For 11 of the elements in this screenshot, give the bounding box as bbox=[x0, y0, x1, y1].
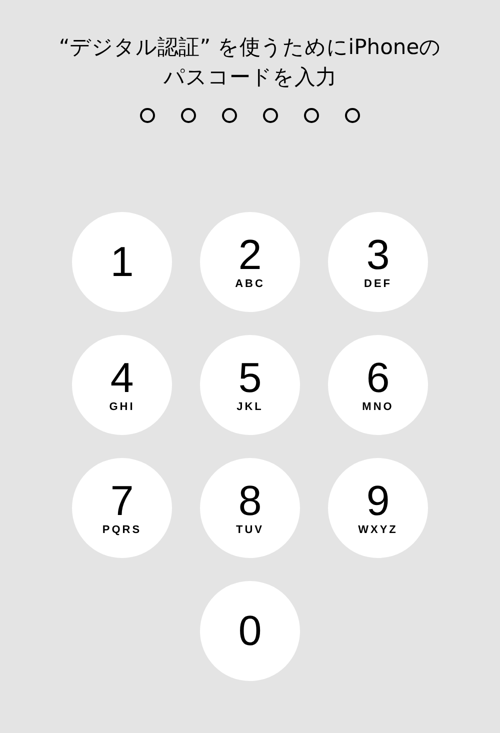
keypad-key[interactable]: 1 bbox=[72, 212, 172, 312]
passcode-prompt: “デジタル認証” を使うためにiPhoneの パスコードを入力 bbox=[58, 34, 442, 91]
keypad-key[interactable]: 5 JKL bbox=[200, 335, 300, 435]
keypad-key[interactable]: 0 bbox=[200, 581, 300, 681]
keypad-key[interactable]: 2 ABC bbox=[200, 212, 300, 312]
keypad-key[interactable]: 4 GHI bbox=[72, 335, 172, 435]
keypad-key[interactable]: 3 DEF bbox=[328, 212, 428, 312]
keypad-key[interactable]: 9 WXYZ bbox=[328, 458, 428, 558]
keypad-key[interactable]: 7 PQRS bbox=[72, 458, 172, 558]
keypad-key[interactable]: 6 MNO bbox=[328, 335, 428, 435]
keypad-key[interactable]: 8 TUV bbox=[200, 458, 300, 558]
